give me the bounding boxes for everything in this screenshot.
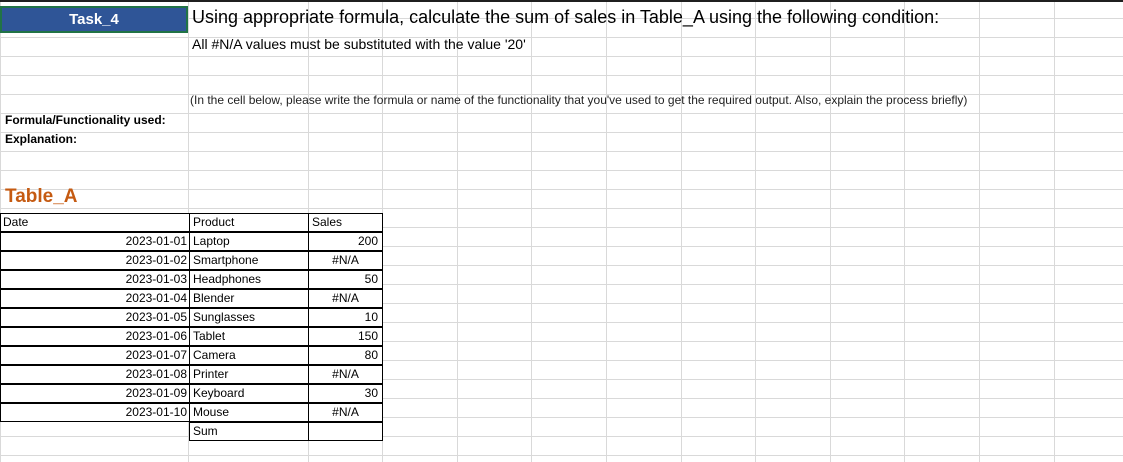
date-cell[interactable]: 2023-01-08 <box>0 365 190 384</box>
product-cell[interactable]: Sunglasses <box>189 308 309 327</box>
formula-label[interactable]: Formula/Functionality used: <box>5 113 166 127</box>
date-cell[interactable]: 2023-01-02 <box>0 251 190 270</box>
sales-cell[interactable]: 200 <box>308 232 383 251</box>
product-cell[interactable]: Headphones <box>189 270 309 289</box>
date-cell[interactable]: 2023-01-03 <box>0 270 190 289</box>
product-cell[interactable]: Printer <box>189 365 309 384</box>
product-cell[interactable]: Camera <box>189 346 309 365</box>
sum-label-cell[interactable]: Sum <box>189 422 309 441</box>
header-date[interactable]: Date <box>0 213 190 232</box>
date-cell[interactable]: 2023-01-01 <box>0 232 190 251</box>
column-divider <box>904 0 905 462</box>
sales-cell[interactable]: 50 <box>308 270 383 289</box>
explanation-label[interactable]: Explanation: <box>5 132 77 146</box>
column-divider <box>1054 0 1055 462</box>
task-label-cell[interactable]: Task_4 <box>0 6 188 33</box>
sum-result-cell[interactable] <box>308 422 383 441</box>
product-cell[interactable]: Blender <box>189 289 309 308</box>
date-cell[interactable]: 2023-01-09 <box>0 384 190 403</box>
column-divider <box>755 0 756 462</box>
task-instruction[interactable]: Using appropriate formula, calculate the… <box>192 7 939 28</box>
sales-cell[interactable]: #N/A <box>308 251 383 270</box>
product-cell[interactable]: Keyboard <box>189 384 309 403</box>
product-cell[interactable]: Mouse <box>189 403 309 422</box>
top-border <box>0 0 1123 2</box>
sales-cell[interactable]: 30 <box>308 384 383 403</box>
header-sales[interactable]: Sales <box>308 213 383 232</box>
column-divider <box>830 0 831 462</box>
product-cell[interactable]: Tablet <box>189 327 309 346</box>
date-cell[interactable]: 2023-01-05 <box>0 308 190 327</box>
product-cell[interactable]: Laptop <box>189 232 309 251</box>
sales-cell[interactable]: #N/A <box>308 403 383 422</box>
task-condition[interactable]: All #N/A values must be substituted with… <box>192 36 526 52</box>
column-divider <box>681 0 682 462</box>
date-cell[interactable]: 2023-01-10 <box>0 403 190 422</box>
sales-cell[interactable]: #N/A <box>308 365 383 384</box>
sales-cell[interactable]: 10 <box>308 308 383 327</box>
answer-hint[interactable]: (In the cell below, please write the for… <box>190 93 967 107</box>
header-product[interactable]: Product <box>189 213 309 232</box>
column-divider <box>531 0 532 462</box>
sales-cell[interactable]: #N/A <box>308 289 383 308</box>
table-title[interactable]: Table_A <box>5 186 78 208</box>
date-cell[interactable]: 2023-01-06 <box>0 327 190 346</box>
sales-cell[interactable]: 150 <box>308 327 383 346</box>
date-cell[interactable]: 2023-01-04 <box>0 289 190 308</box>
column-divider <box>979 0 980 462</box>
column-divider <box>606 0 607 462</box>
date-cell[interactable]: 2023-01-07 <box>0 346 190 365</box>
sales-cell[interactable]: 80 <box>308 346 383 365</box>
column-divider <box>457 0 458 462</box>
product-cell[interactable]: Smartphone <box>189 251 309 270</box>
